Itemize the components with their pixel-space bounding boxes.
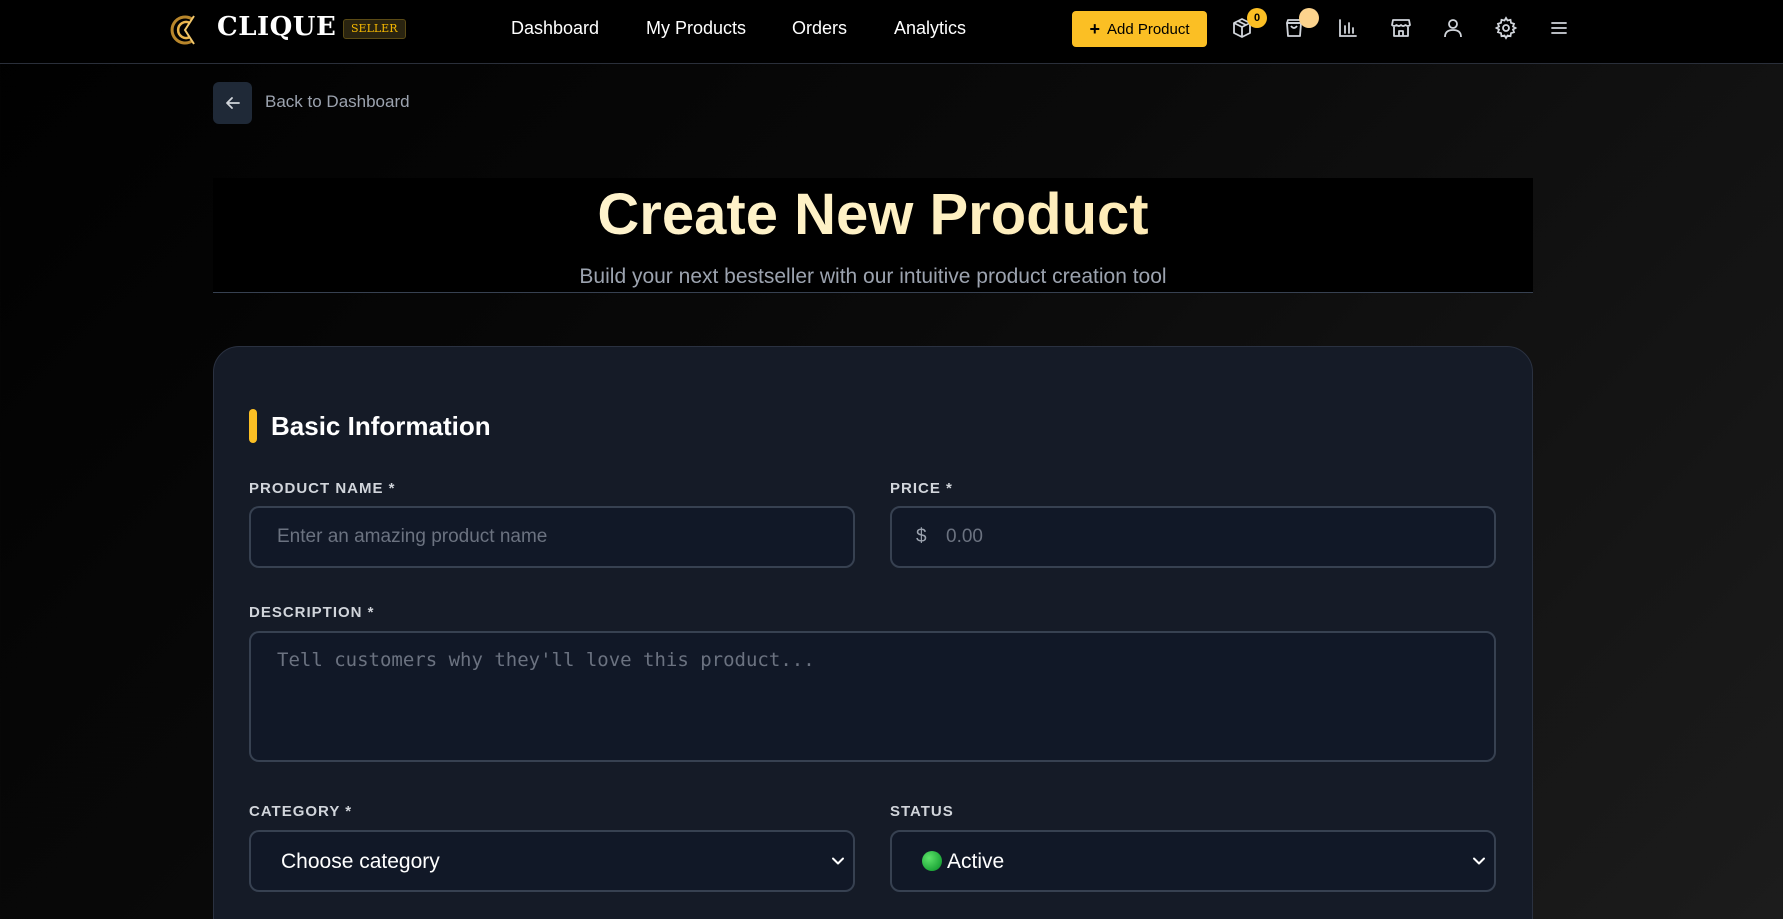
nav-link-dashboard[interactable]: Dashboard xyxy=(511,18,599,39)
menu-icon[interactable] xyxy=(1547,16,1571,40)
status-selected-value: Active xyxy=(922,850,1004,874)
nav-link-my-products[interactable]: My Products xyxy=(646,18,746,39)
user-icon[interactable] xyxy=(1441,16,1465,40)
chevron-down-icon xyxy=(832,857,844,865)
green-circle-icon xyxy=(922,851,942,871)
back-to-dashboard-link[interactable]: Back to Dashboard xyxy=(265,92,410,112)
chevron-down-icon xyxy=(1473,857,1485,865)
store-icon[interactable] xyxy=(1389,16,1413,40)
category-select[interactable]: Choose category xyxy=(249,830,855,892)
price-label: PRICE * xyxy=(890,480,953,497)
category-selected-value: Choose category xyxy=(281,850,440,873)
bar-chart-icon[interactable] xyxy=(1336,16,1360,40)
price-input[interactable] xyxy=(942,508,1462,566)
logo-icon[interactable] xyxy=(168,13,202,47)
page-header: Create New Product Build your next bests… xyxy=(213,178,1533,293)
category-label: CATEGORY * xyxy=(249,803,353,820)
add-product-label: Add Product xyxy=(1106,20,1190,38)
nav-link-analytics[interactable]: Analytics xyxy=(894,18,966,39)
cart-count-badge: 0 xyxy=(1247,8,1267,28)
section-title: Basic Information xyxy=(271,411,491,441)
seller-badge: SELLER xyxy=(343,19,406,39)
product-name-label: PRODUCT NAME * xyxy=(249,480,396,497)
brand-name[interactable]: CLIQUE xyxy=(217,12,336,42)
basic-information-card: Basic Information PRODUCT NAME * PRICE *… xyxy=(213,346,1533,919)
description-label: DESCRIPTION * xyxy=(249,604,375,621)
plus-icon: + xyxy=(1089,19,1100,39)
status-selected-label: Active xyxy=(947,850,1005,873)
status-label: STATUS xyxy=(890,803,954,820)
arrow-left-icon xyxy=(225,97,240,109)
product-name-input[interactable] xyxy=(249,506,855,568)
notification-dot xyxy=(1299,8,1319,28)
top-navbar: CLIQUE SELLER Dashboard My Products Orde… xyxy=(0,0,1783,64)
back-button[interactable] xyxy=(213,82,252,124)
add-product-button[interactable]: + Add Product xyxy=(1072,11,1207,47)
status-select[interactable]: Active xyxy=(890,830,1496,892)
page-title: Create New Product xyxy=(213,180,1533,250)
currency-symbol: $ xyxy=(916,526,927,547)
price-field[interactable]: $ xyxy=(890,506,1496,568)
nav-link-orders[interactable]: Orders xyxy=(792,18,847,39)
section-accent-bar xyxy=(249,409,257,443)
page-subtitle: Build your next bestseller with our intu… xyxy=(579,265,1167,288)
settings-icon[interactable] xyxy=(1494,16,1518,40)
description-textarea[interactable] xyxy=(249,631,1496,762)
